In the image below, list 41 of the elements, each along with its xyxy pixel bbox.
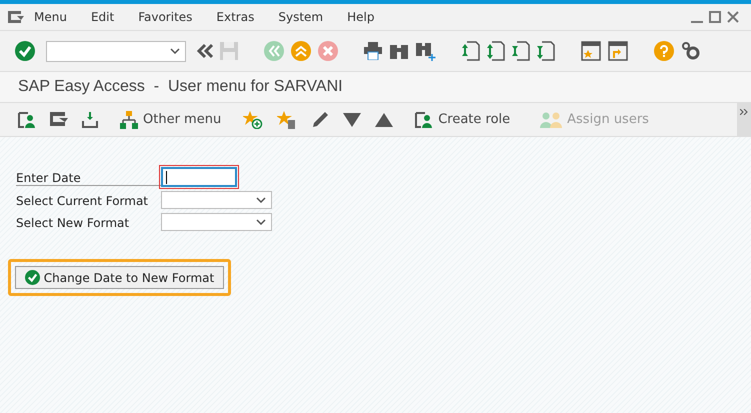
printer-icon[interactable]	[364, 42, 382, 60]
close-icon[interactable]	[727, 11, 739, 23]
star-delete-icon[interactable]	[277, 110, 298, 128]
menu-item[interactable]: System	[278, 10, 324, 24]
user-menu-icon[interactable]	[18, 110, 36, 128]
check-icon[interactable]	[15, 41, 35, 61]
menu-item[interactable]: Extras	[216, 10, 254, 24]
chevron-icon	[740, 109, 748, 115]
menu-item[interactable]: Edit	[90, 10, 114, 24]
page-down-icon[interactable]	[512, 41, 530, 61]
field-label: Select Current Format	[16, 193, 150, 208]
date-input[interactable]	[161, 167, 237, 187]
caret-icon	[256, 197, 266, 203]
check-icon	[24, 270, 40, 285]
hierarchy-icon	[120, 110, 138, 128]
toolbar-button[interactable]: Other menu	[120, 110, 222, 128]
change-date-button[interactable]: Change Date to New Format	[15, 266, 224, 289]
move-down-icon[interactable]	[343, 112, 362, 126]
move-up-icon[interactable]	[375, 112, 394, 126]
menu-item[interactable]: Menu	[34, 10, 67, 24]
double-chevron-icon[interactable]	[197, 43, 213, 59]
page-up-icon[interactable]	[487, 41, 505, 61]
page-down-down-icon[interactable]	[537, 41, 555, 61]
role-icon	[415, 110, 434, 128]
download-icon[interactable]	[82, 112, 98, 128]
more-button[interactable]	[737, 103, 751, 136]
caret-icon	[256, 219, 266, 225]
toolbar-button[interactable]: Create role	[415, 110, 510, 128]
menu-icon[interactable]	[8, 11, 24, 23]
caret-icon	[170, 48, 180, 54]
page-up-up-icon[interactable]	[462, 41, 480, 61]
maximize-icon[interactable]	[709, 11, 721, 23]
menu-item[interactable]: Favorites	[138, 10, 192, 24]
sap-menu-icon[interactable]	[50, 112, 68, 128]
field-label: Select New Format	[16, 215, 130, 230]
command-field[interactable]	[46, 40, 186, 62]
users-icon	[540, 110, 562, 128]
star-add-icon[interactable]	[243, 110, 264, 128]
pencil-icon[interactable]	[311, 110, 330, 128]
menu-item[interactable]: Help	[347, 10, 374, 24]
screen-title: SAP Easy Access - User menu for SARVANI	[18, 78, 343, 96]
